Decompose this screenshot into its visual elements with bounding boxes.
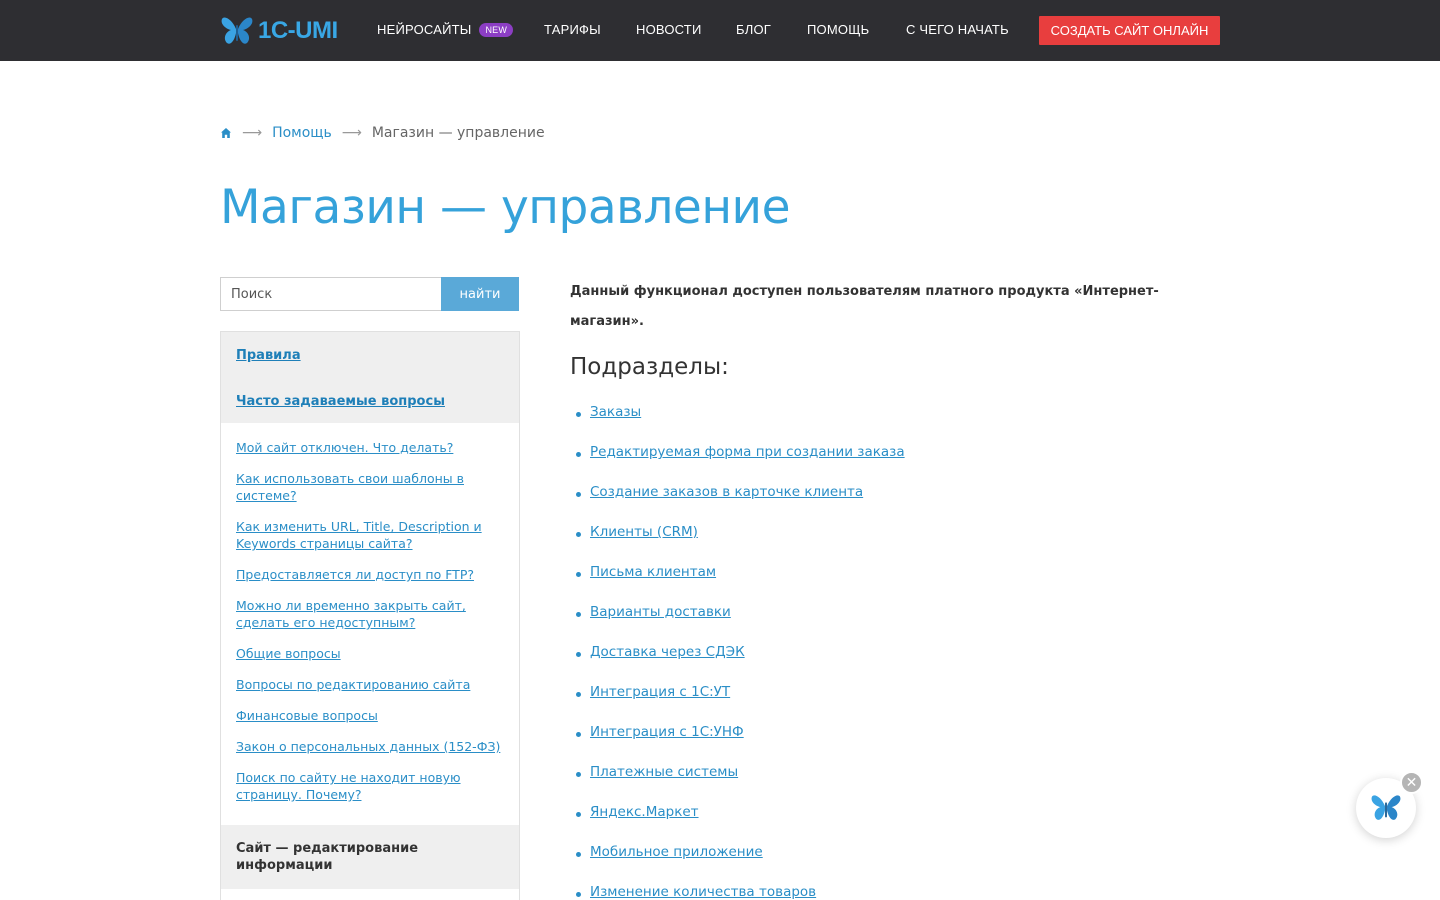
bullet-icon: [576, 812, 581, 817]
page-title: Магазин — управление: [220, 180, 791, 235]
subsection-link[interactable]: Варианты доставки: [590, 604, 731, 620]
subsection-link[interactable]: Интеграция с 1С:УНФ: [590, 724, 744, 740]
subsection-link[interactable]: Яндекс.Маркет: [590, 804, 699, 820]
home-icon[interactable]: [220, 127, 232, 139]
list-item: Редактируемая форма при создании заказа: [576, 444, 905, 484]
bullet-icon: [576, 612, 581, 617]
nav-item-label: Новости: [636, 22, 702, 37]
bullet-icon: [576, 732, 581, 737]
nav-item-news[interactable]: Новости: [636, 22, 702, 37]
logo-text: 1C-UMI: [258, 17, 338, 44]
breadcrumb-separator: ⟶: [242, 125, 263, 141]
list-item: Интеграция с 1С:УТ: [576, 684, 905, 724]
nav-item-label: Тарифы: [544, 22, 601, 37]
sidebar-item[interactable]: Общие вопросы: [236, 645, 504, 662]
nav-item-label: Блог: [736, 22, 772, 37]
list-item: Яндекс.Маркет: [576, 804, 905, 844]
sidebar-item[interactable]: Как изменить URL, Title, Description и K…: [236, 518, 504, 552]
search-form: найти: [220, 277, 519, 311]
sidebar-item[interactable]: Как использовать свои шаблоны в системе?: [236, 470, 504, 504]
subsection-link[interactable]: Платежные системы: [590, 764, 738, 780]
sidebar-faq-list: Мой сайт отключен. Что делать? Как испол…: [221, 423, 519, 827]
sidebar-item[interactable]: Поиск по сайту не находит новую страницу…: [236, 769, 504, 803]
sidebar-link-faq[interactable]: Часто задаваемые вопросы: [236, 394, 504, 409]
list-item: Мобильное приложение: [576, 844, 905, 884]
top-navigation-bar: 1C-UMI Нейросайты NEW Тарифы Новости Блог…: [0, 0, 1440, 61]
list-item: Платежные системы: [576, 764, 905, 804]
search-button[interactable]: найти: [441, 277, 519, 311]
subsection-links-list: Заказы Редактируемая форма при создании …: [576, 404, 905, 900]
breadcrumb-separator: ⟶: [341, 125, 362, 141]
bullet-icon: [576, 492, 581, 497]
sidebar-item[interactable]: Мой сайт отключен. Что делать?: [236, 439, 504, 456]
breadcrumb-current: Магазин — управление: [371, 125, 545, 141]
nav-item-tariffs[interactable]: Тарифы: [544, 22, 601, 37]
sidebar-item[interactable]: Финансовые вопросы: [236, 707, 504, 724]
nav-item-help[interactable]: Помощь: [807, 22, 869, 37]
bullet-icon: [576, 692, 581, 697]
subsection-link[interactable]: Редактируемая форма при создании заказа: [590, 444, 905, 460]
list-item: Варианты доставки: [576, 604, 905, 644]
nav-item-getting-started[interactable]: С чего начать: [906, 22, 1009, 37]
search-input[interactable]: [220, 277, 441, 311]
subsection-link[interactable]: Заказы: [590, 404, 641, 420]
help-sidebar: Правила Часто задаваемые вопросы Мой сай…: [220, 331, 520, 900]
new-badge: NEW: [479, 23, 514, 37]
bullet-icon: [576, 532, 581, 537]
list-item: Клиенты (CRM): [576, 524, 905, 564]
list-item: Интеграция с 1С:УНФ: [576, 724, 905, 764]
breadcrumb-link-help[interactable]: Помощь: [272, 125, 332, 141]
sidebar-item[interactable]: Вопросы по редактированию сайта: [236, 676, 504, 693]
nav-item-label: С чего начать: [906, 22, 1009, 37]
nav-item-label: Помощь: [807, 22, 870, 37]
subsection-link[interactable]: Клиенты (CRM): [590, 524, 698, 540]
sidebar-section-header: Правила Часто задаваемые вопросы: [221, 332, 519, 423]
subsection-link[interactable]: Мобильное приложение: [590, 844, 763, 860]
sidebar-item[interactable]: Предоставляется ли доступ по FTP?: [236, 566, 504, 583]
subsection-link[interactable]: Доставка через СДЭК: [590, 644, 745, 660]
sidebar-item[interactable]: Можно ли временно закрыть сайт, сделать …: [236, 597, 504, 631]
subsections-heading: Подразделы:: [570, 354, 729, 380]
nav-item-label: Нейросайты: [377, 22, 472, 37]
site-logo[interactable]: 1C-UMI: [220, 13, 338, 49]
bullet-icon: [576, 572, 581, 577]
bullet-icon: [576, 652, 581, 657]
list-item: Изменение количества товаров: [576, 884, 905, 900]
butterfly-icon: [1371, 795, 1401, 820]
subsection-link[interactable]: Создание заказов в карточке клиента: [590, 484, 863, 500]
bullet-icon: [576, 772, 581, 777]
list-item: Письма клиентам: [576, 564, 905, 604]
bullet-icon: [576, 892, 581, 897]
list-item: Создание заказов в карточке клиента: [576, 484, 905, 524]
list-item: Заказы: [576, 404, 905, 444]
create-site-button[interactable]: Создать сайт онлайн: [1039, 16, 1220, 45]
subsection-link[interactable]: Изменение количества товаров: [590, 884, 816, 900]
bullet-icon: [576, 412, 581, 417]
sidebar-item[interactable]: Закон о персональных данных (152-ФЗ): [236, 738, 504, 755]
list-item: Доставка через СДЭК: [576, 644, 905, 684]
sidebar-section-site-editing[interactable]: Сайт — редактирование информации: [221, 825, 519, 889]
breadcrumb: ⟶ Помощь ⟶ Магазин — управление: [220, 125, 545, 141]
bullet-icon: [576, 852, 581, 857]
sidebar-link-rules[interactable]: Правила: [236, 348, 504, 363]
bullet-icon: [576, 452, 581, 457]
butterfly-logo-icon: [221, 17, 253, 44]
nav-item-neurosites[interactable]: Нейросайты NEW: [377, 22, 514, 37]
sidebar-section-title: Сайт — редактирование информации: [236, 841, 419, 873]
close-icon[interactable]: ✕: [1400, 771, 1423, 794]
nav-item-blog[interactable]: Блог: [736, 22, 771, 37]
paid-feature-notice: Данный функционал доступен пользователям…: [570, 284, 1159, 329]
subsection-link[interactable]: Интеграция с 1С:УТ: [590, 684, 730, 700]
subsection-link[interactable]: Письма клиентам: [590, 564, 716, 580]
